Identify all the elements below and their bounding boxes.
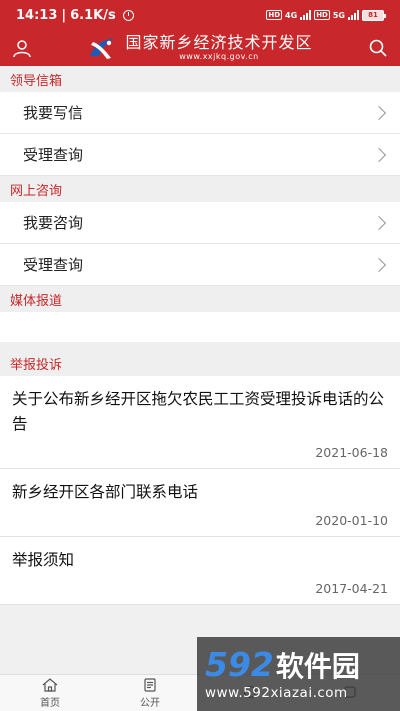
app-title: 国家新乡经济技术开发区 <box>125 33 313 52</box>
search-icon <box>369 39 387 57</box>
chevron-right-icon <box>371 105 387 120</box>
search-button[interactable] <box>356 30 400 66</box>
user-icon <box>13 40 31 58</box>
menu-item-consult[interactable]: 我要咨询 <box>0 202 400 244</box>
nav-label: 首页 <box>40 697 60 709</box>
menu-item-consult-query[interactable]: 受理查询 <box>0 244 400 286</box>
logo-icon <box>90 38 115 59</box>
user-button[interactable] <box>0 30 44 66</box>
watermark-text: 软件园 <box>275 649 360 683</box>
main-content[interactable]: 领导信箱 我要写信 受理查询 网上咨询 我要咨询 受理查询 媒体报道 举报投诉 … <box>0 66 400 674</box>
news-title: 举报须知 <box>12 551 75 569</box>
alarm-icon <box>122 9 134 21</box>
watermark-logo: 592 软件园 <box>205 648 400 681</box>
section-header-complaint: 举报投诉 <box>0 350 400 376</box>
status-separator: | <box>61 7 67 23</box>
signal-icon-2 <box>348 10 359 20</box>
watermark-overlay: 592 软件园 www.592xiazai.com <box>197 637 400 711</box>
nav-item-public[interactable]: 公开 <box>100 675 200 711</box>
watermark-url: www.592xiazai.com <box>205 684 348 701</box>
news-item[interactable]: 举报须知 2017-04-21 <box>0 537 400 605</box>
news-title: 关于公布新乡经开区拖欠农民工工资受理投诉电话的公告 <box>12 390 385 433</box>
news-item[interactable]: 关于公布新乡经开区拖欠农民工工资受理投诉电话的公告 2021-06-18 <box>0 376 400 469</box>
news-date: 2020-01-10 <box>315 513 388 528</box>
document-icon <box>144 677 156 692</box>
signal-icon <box>300 10 312 20</box>
chevron-right-icon <box>371 257 387 272</box>
chevron-right-icon <box>371 147 387 162</box>
section-header-letters: 领导信箱 <box>0 66 400 92</box>
news-date: 2021-06-18 <box>315 445 388 460</box>
menu-item-label: 受理查询 <box>23 146 84 164</box>
app-header: 国家新乡经济技术开发区 www.xxjkq.gov.cn <box>0 30 400 66</box>
hd-badge: HD <box>266 10 283 20</box>
menu-item-label: 我要写信 <box>23 104 84 122</box>
network-label: 4G <box>285 10 298 20</box>
home-icon <box>42 677 58 692</box>
section-header-media: 媒体报道 <box>0 286 400 312</box>
menu-item-label: 受理查询 <box>23 256 84 274</box>
nav-label: 公开 <box>140 697 160 709</box>
header-brand: 国家新乡经济技术开发区 www.xxjkq.gov.cn <box>44 34 356 62</box>
watermark-number: 592 <box>205 644 274 684</box>
hd-badge-2: HD <box>314 10 330 20</box>
news-item[interactable]: 新乡经开区各部门联系电话 2020-01-10 <box>0 469 400 537</box>
menu-item-letter-query[interactable]: 受理查询 <box>0 134 400 176</box>
news-date: 2017-04-21 <box>315 581 388 596</box>
status-speed: 6.1K/s <box>70 7 116 23</box>
app-subtitle: www.xxjkq.gov.cn <box>179 52 259 61</box>
menu-item-label: 我要咨询 <box>23 214 84 232</box>
status-bar: 14:13 | 6.1K/s HD 4G HD 5G 81 <box>0 0 400 30</box>
news-title: 新乡经开区各部门联系电话 <box>12 483 199 501</box>
nav-item-home[interactable]: 首页 <box>0 675 100 711</box>
section-header-consult: 网上咨询 <box>0 176 400 202</box>
menu-item-write-letter[interactable]: 我要写信 <box>0 92 400 134</box>
chevron-right-icon <box>371 215 387 230</box>
battery-icon: 81 <box>362 9 386 21</box>
network-label-2: 5G <box>332 10 345 20</box>
section-divider <box>0 342 400 350</box>
status-time: 14:13 <box>16 7 58 23</box>
media-list-empty <box>0 312 400 342</box>
